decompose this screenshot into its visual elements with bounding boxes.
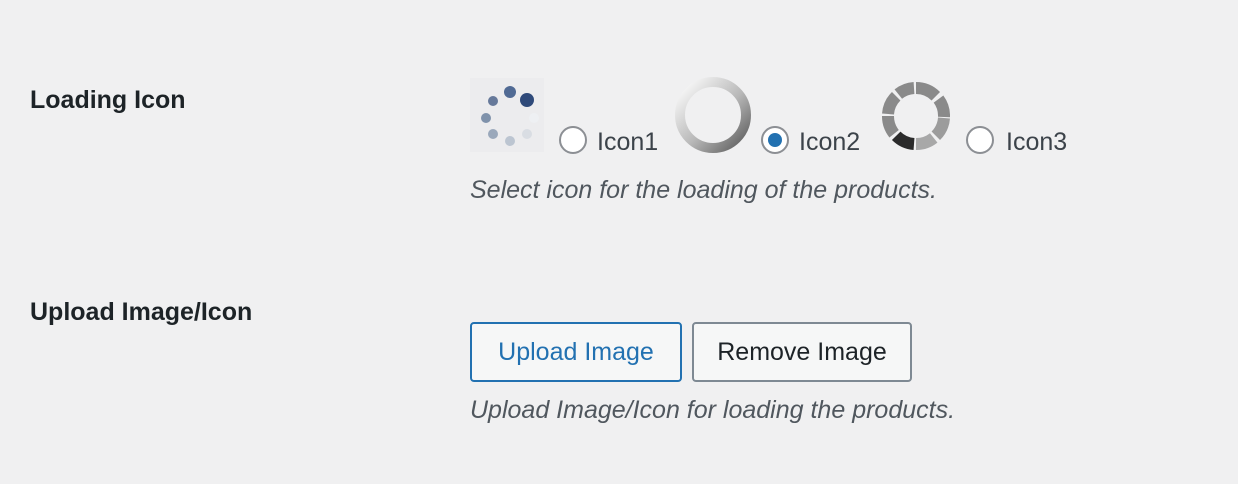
icon1-radio[interactable] [559, 126, 587, 154]
dots-spinner-icon [470, 78, 544, 152]
upload-image-button[interactable]: Upload Image [470, 322, 682, 382]
remove-image-button[interactable]: Remove Image [692, 322, 912, 382]
loading-icon-options: Icon1 Icon2 Icon3 [470, 74, 1170, 162]
icon3-radio[interactable] [966, 126, 994, 154]
segmented-ring-spinner-icon [882, 82, 950, 150]
ring-spinner-icon [672, 74, 754, 156]
icon3-label[interactable]: Icon3 [1006, 128, 1067, 157]
loading-icon-label: Loading Icon [30, 86, 186, 114]
icon2-radio[interactable] [761, 126, 789, 154]
loading-icon-description: Select icon for the loading of the produ… [470, 176, 937, 204]
upload-image-description: Upload Image/Icon for loading the produc… [470, 396, 956, 424]
icon1-label[interactable]: Icon1 [597, 128, 658, 157]
settings-page: Loading Icon Icon1 Icon2 Icon3 Select ic… [0, 0, 1238, 484]
upload-image-label: Upload Image/Icon [30, 298, 253, 326]
icon2-label[interactable]: Icon2 [799, 128, 860, 157]
